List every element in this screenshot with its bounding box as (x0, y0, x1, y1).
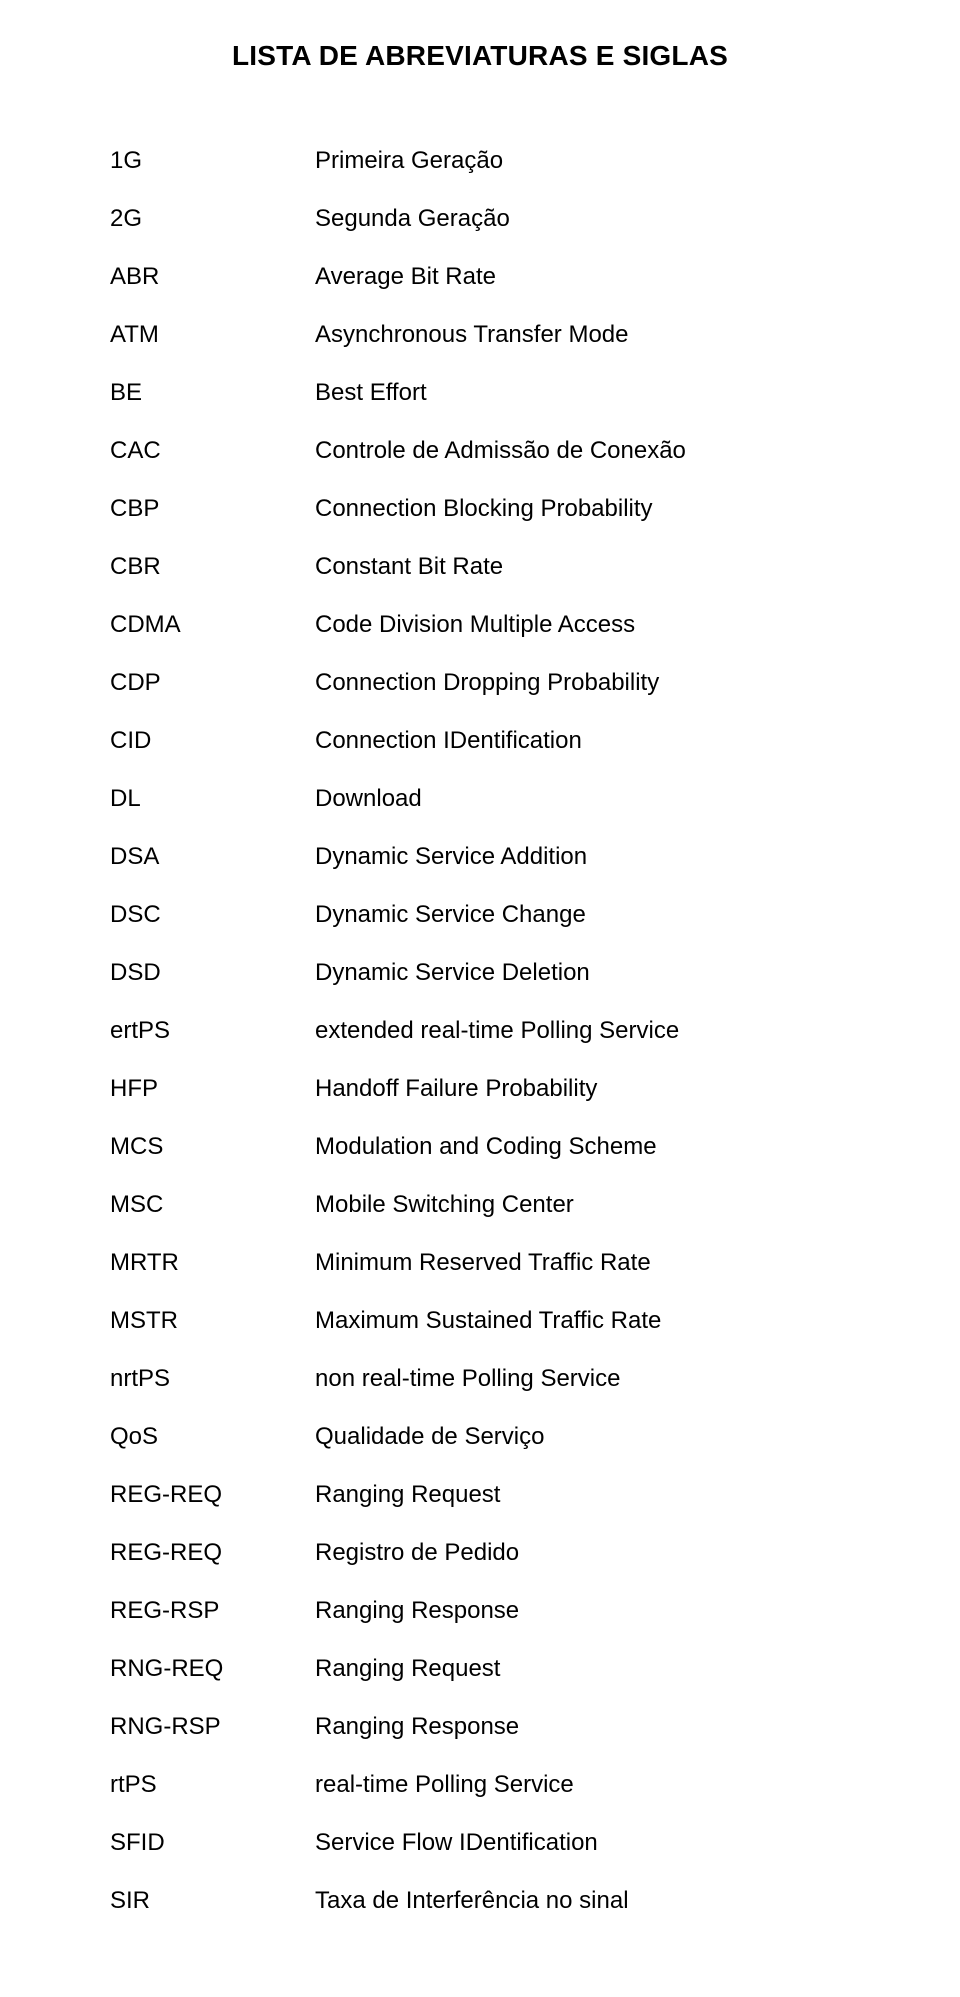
abbreviation-definition: Service Flow IDentification (315, 1829, 850, 1857)
abbreviation-term: ABR (110, 263, 290, 291)
abbreviation-definition: Asynchronous Transfer Mode (315, 321, 850, 349)
abbreviation-definition: Primeira Geração (315, 147, 850, 175)
abbreviation-term: DL (110, 785, 290, 813)
abbreviation-definition: Modulation and Coding Scheme (315, 1133, 850, 1161)
abbreviation-definition: Qualidade de Serviço (315, 1423, 850, 1451)
abbreviation-term: MSC (110, 1191, 290, 1219)
abbreviation-term: DSA (110, 843, 290, 871)
abbreviation-term: CID (110, 727, 290, 755)
abbreviation-definition: Average Bit Rate (315, 263, 850, 291)
abbreviation-term: RNG-RSP (110, 1713, 290, 1741)
abbreviation-definition: Code Division Multiple Access (315, 611, 850, 639)
abbreviation-term: nrtPS (110, 1365, 290, 1393)
abbreviation-term: DSD (110, 959, 290, 987)
abbreviation-definition: Ranging Response (315, 1713, 850, 1741)
abbreviation-term: SIR (110, 1887, 290, 1915)
abbreviation-definition: Constant Bit Rate (315, 553, 850, 581)
abbreviation-definition: non real-time Polling Service (315, 1365, 850, 1393)
abbreviation-definition: Dynamic Service Addition (315, 843, 850, 871)
abbreviation-definition: Ranging Request (315, 1655, 850, 1683)
abbreviation-term: CDMA (110, 611, 290, 639)
abbreviation-definition: Minimum Reserved Traffic Rate (315, 1249, 850, 1277)
abbreviation-term: ertPS (110, 1017, 290, 1045)
abbreviation-term: REG-REQ (110, 1539, 290, 1567)
abbreviation-term: CBR (110, 553, 290, 581)
abbreviation-term: SFID (110, 1829, 290, 1857)
abbreviation-term: rtPS (110, 1771, 290, 1799)
abbreviation-term: DSC (110, 901, 290, 929)
abbreviation-definition: Connection IDentification (315, 727, 850, 755)
abbreviation-list: 1G Primeira Geração 2G Segunda Geração ABR Av… (110, 147, 850, 1915)
abbreviation-definition: real-time Polling Service (315, 1771, 850, 1799)
abbreviation-term: MSTR (110, 1307, 290, 1335)
abbreviation-term: REG-REQ (110, 1481, 290, 1509)
abbreviation-definition: Download (315, 785, 850, 813)
abbreviation-definition: extended real-time Polling Service (315, 1017, 850, 1045)
abbreviation-term: CDP (110, 669, 290, 697)
abbreviation-definition: Dynamic Service Deletion (315, 959, 850, 987)
abbreviation-definition: Controle de Admissão de Conexão (315, 437, 850, 465)
abbreviation-term: HFP (110, 1075, 290, 1103)
abbreviation-definition: Maximum Sustained Traffic Rate (315, 1307, 850, 1335)
abbreviation-definition: Ranging Request (315, 1481, 850, 1509)
abbreviation-definition: Segunda Geração (315, 205, 850, 233)
abbreviation-definition: Registro de Pedido (315, 1539, 850, 1567)
abbreviation-definition: Best Effort (315, 379, 850, 407)
abbreviation-term: MRTR (110, 1249, 290, 1277)
abbreviation-term: RNG-REQ (110, 1655, 290, 1683)
abbreviation-term: BE (110, 379, 290, 407)
abbreviation-definition: Connection Blocking Probability (315, 495, 850, 523)
abbreviation-term: REG-RSP (110, 1597, 290, 1625)
abbreviation-term: CBP (110, 495, 290, 523)
abbreviation-term: 2G (110, 205, 290, 233)
abbreviation-term: MCS (110, 1133, 290, 1161)
page-title: LISTA DE ABREVIATURAS E SIGLAS (110, 40, 850, 72)
abbreviation-definition: Connection Dropping Probability (315, 669, 850, 697)
abbreviation-definition: Ranging Response (315, 1597, 850, 1625)
abbreviation-definition: Taxa de Interferência no sinal (315, 1887, 850, 1915)
abbreviation-definition: Dynamic Service Change (315, 901, 850, 929)
abbreviation-term: CAC (110, 437, 290, 465)
abbreviation-definition: Handoff Failure Probability (315, 1075, 850, 1103)
abbreviation-term: QoS (110, 1423, 290, 1451)
abbreviation-term: ATM (110, 321, 290, 349)
abbreviation-term: 1G (110, 147, 290, 175)
abbreviation-definition: Mobile Switching Center (315, 1191, 850, 1219)
